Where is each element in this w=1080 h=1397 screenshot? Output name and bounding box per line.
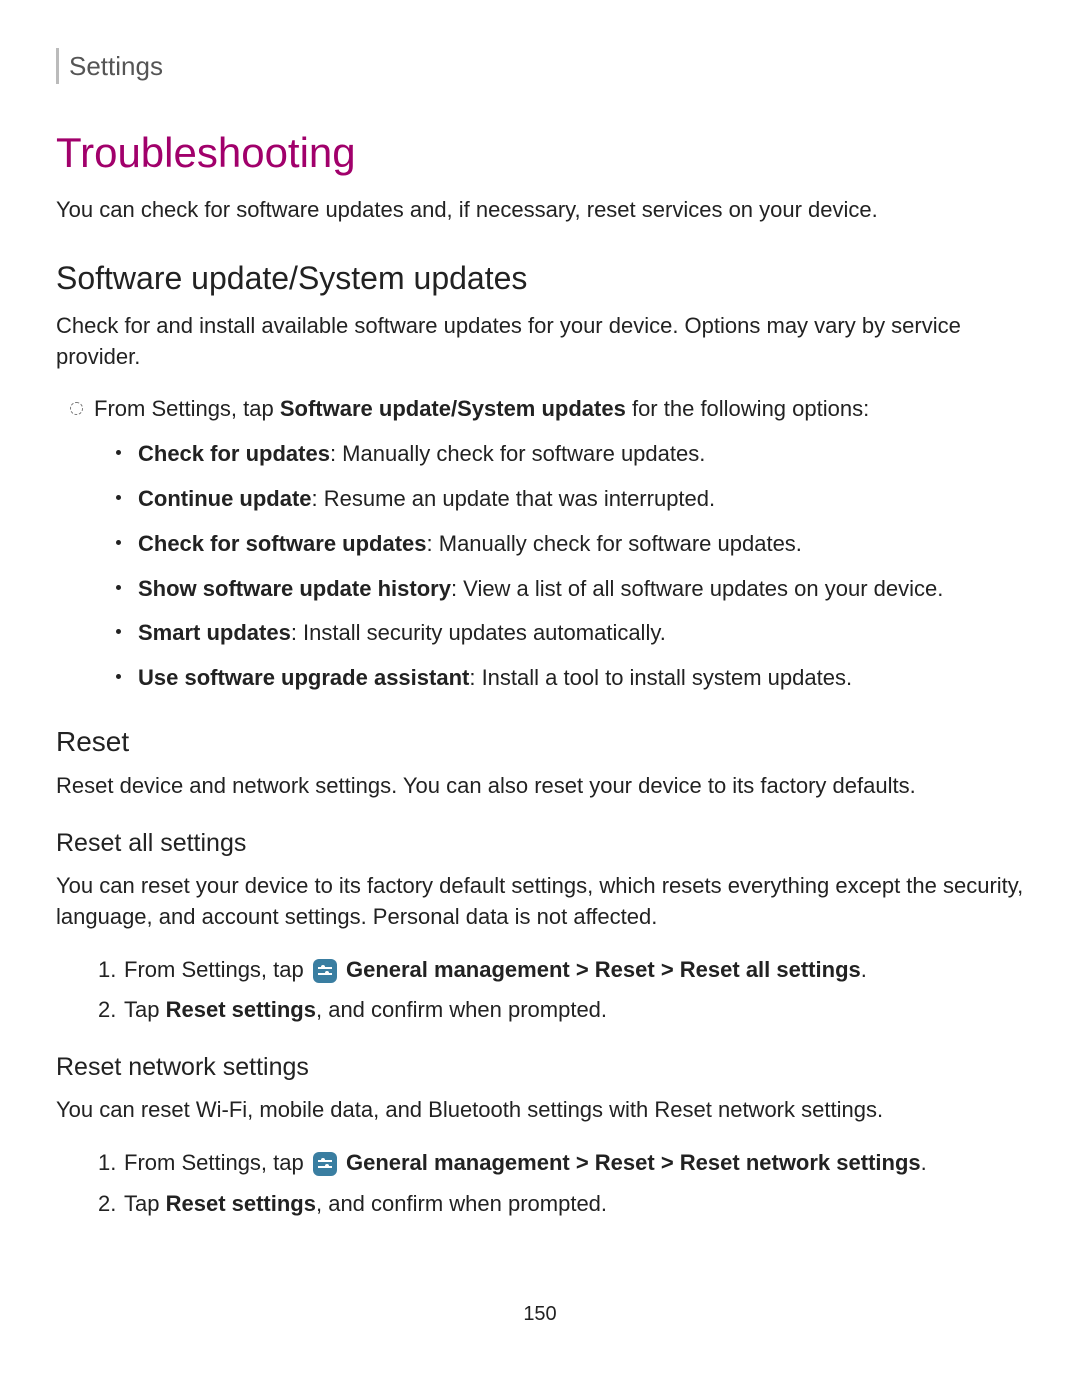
sw-item: Check for updates: Manually check for so… (116, 439, 1024, 470)
reset-all-desc: You can reset your device to its factory… (56, 871, 1024, 933)
software-update-lead: From Settings, tap Software update/Syste… (70, 394, 1024, 425)
sw-item: Check for software updates: Manually che… (116, 529, 1024, 560)
reset-all-step2: 2. Tap Reset settings, and confirm when … (98, 995, 1024, 1026)
reset-net-step1: 1. From Settings, tap General management… (98, 1148, 1024, 1179)
section-reset-all: Reset all settings (56, 826, 1024, 861)
sw-item: Use software upgrade assistant: Install … (116, 663, 1024, 694)
sw-item: Continue update: Resume an update that w… (116, 484, 1024, 515)
section-reset: Reset (56, 722, 1024, 761)
section-software-update: Software update/System updates (56, 256, 1024, 301)
general-management-icon (313, 1152, 337, 1176)
page-title: Troubleshooting (56, 124, 1024, 183)
intro-text: You can check for software updates and, … (56, 195, 1024, 226)
page-number: 150 (56, 1300, 1024, 1328)
software-update-desc: Check for and install available software… (56, 311, 1024, 373)
section-reset-network: Reset network settings (56, 1050, 1024, 1085)
general-management-icon (313, 959, 337, 983)
sw-item: Smart updates: Install security updates … (116, 618, 1024, 649)
reset-desc: Reset device and network settings. You c… (56, 771, 1024, 802)
reset-net-step2: 2. Tap Reset settings, and confirm when … (98, 1189, 1024, 1220)
reset-all-step1: 1. From Settings, tap General management… (98, 955, 1024, 986)
sw-item: Show software update history: View a lis… (116, 574, 1024, 605)
breadcrumb: Settings (56, 48, 1024, 84)
reset-network-desc: You can reset Wi-Fi, mobile data, and Bl… (56, 1095, 1024, 1126)
